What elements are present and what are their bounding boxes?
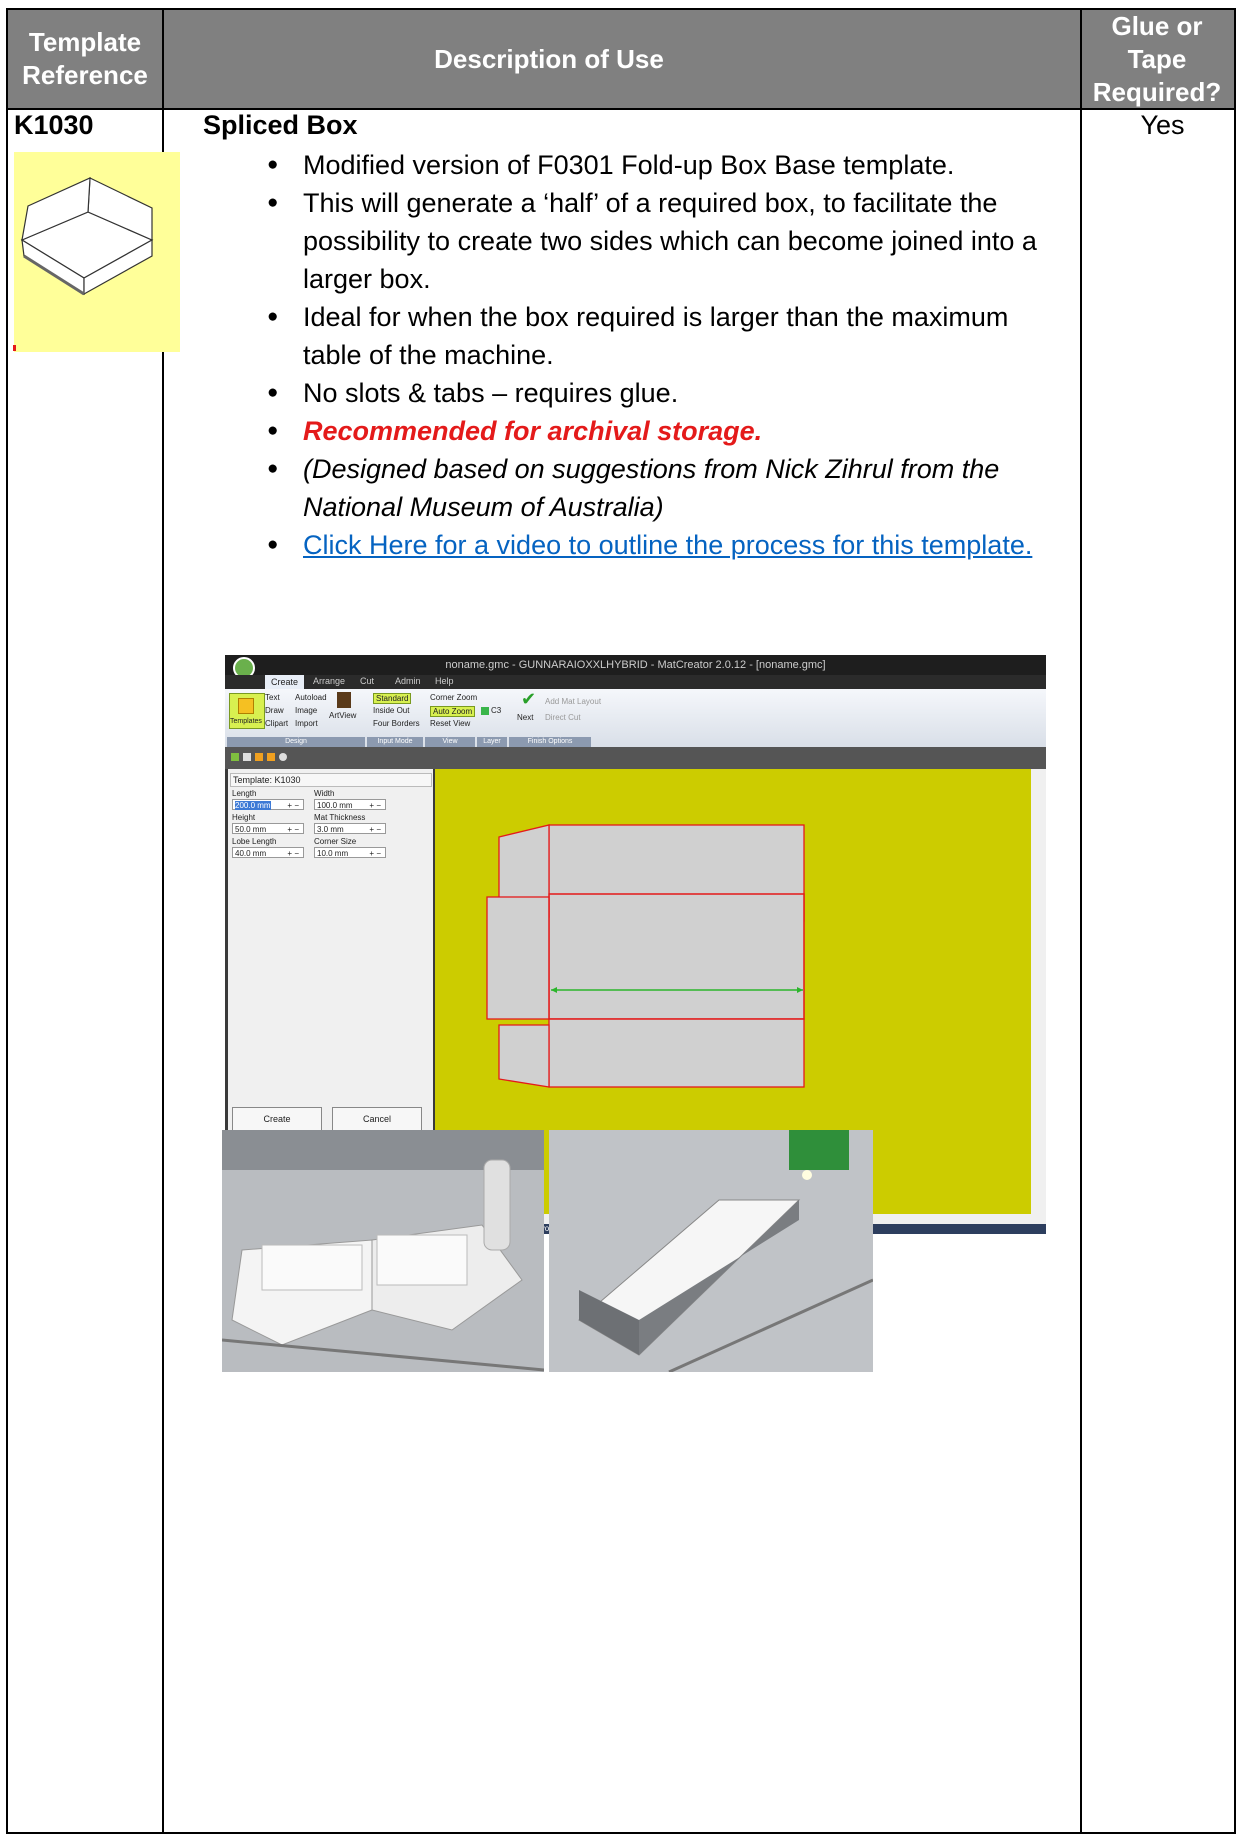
quick-toolbar — [225, 747, 1046, 769]
reset-view-button[interactable]: Reset View — [430, 719, 470, 728]
list-item: Ideal for when the box required is large… — [203, 298, 1073, 374]
checkmark-icon: ✔ — [521, 689, 537, 709]
group-label: Design — [227, 737, 365, 747]
app-title-bar: noname.gmc - GUNNARAIOXXLHYBRID - MatCre… — [225, 655, 1046, 675]
toolbar-icon[interactable] — [279, 753, 287, 761]
field-label: Corner Size — [314, 837, 357, 846]
toolbar-icon[interactable] — [231, 753, 239, 761]
auto-zoom-button[interactable]: Auto Zoom — [430, 706, 476, 717]
mat-thickness-field[interactable]: 3.0 mm + − — [314, 823, 386, 834]
tab-create[interactable]: Create — [265, 675, 305, 689]
cancel-button[interactable]: Cancel — [332, 1107, 422, 1131]
height-field[interactable]: 50.0 mm + − — [232, 823, 304, 834]
inside-out-button[interactable]: Inside Out — [373, 706, 409, 715]
import-button[interactable]: Import — [295, 719, 318, 728]
standard-button[interactable]: Standard — [373, 693, 412, 704]
description-list: Modified version of F0301 Fold-up Box Ba… — [203, 146, 1073, 564]
templates-button[interactable]: Templates — [229, 693, 265, 729]
layer-color-icon — [481, 707, 489, 715]
template-thumbnail — [14, 152, 180, 352]
corner-size-field[interactable]: 10.0 mm + − — [314, 847, 386, 858]
header-template-reference: Template Reference — [22, 27, 148, 90]
toolbar-icon[interactable] — [243, 753, 251, 761]
ribbon-tabs: Create Arrange Cut Admin Help — [225, 675, 1046, 689]
lobe-length-field[interactable]: 40.0 mm + − — [232, 847, 304, 858]
column-divider — [1080, 10, 1082, 1832]
group-label: Input Mode — [367, 737, 423, 747]
panel-title: Template: K1030 — [230, 773, 432, 787]
lobe-bottom — [498, 1024, 550, 1088]
four-borders-button[interactable]: Four Borders — [373, 719, 420, 728]
template-code: K1030 — [14, 110, 94, 140]
glue-required-value: Yes — [1140, 110, 1185, 140]
recommended-note: Recommended for archival storage. — [303, 416, 763, 446]
designed-note: (Designed based on suggestions from Nick… — [303, 454, 1000, 522]
field-label: Length — [232, 789, 257, 798]
field-label: Mat Thickness — [314, 813, 366, 822]
field-label: Lobe Length — [232, 837, 277, 846]
length-field[interactable]: 200.0 mm + − — [232, 799, 304, 810]
header-description: Description of Use — [434, 43, 664, 74]
row-title: Spliced Box — [203, 110, 358, 140]
direct-cut-button[interactable]: Direct Cut — [545, 713, 581, 722]
list-item: Recommended for archival storage. — [203, 412, 1073, 450]
width-field[interactable]: 100.0 mm + − — [314, 799, 386, 810]
artview-button[interactable]: ArtView — [329, 711, 356, 720]
corner-zoom-button[interactable]: Corner Zoom — [430, 693, 477, 702]
lobe-middle — [486, 896, 550, 1020]
draw-button[interactable]: Draw — [265, 706, 284, 715]
tab-admin[interactable]: Admin — [395, 676, 421, 686]
toolbar-icon[interactable] — [267, 753, 275, 761]
text-button[interactable]: Text — [265, 693, 280, 702]
field-label: Width — [314, 789, 335, 798]
tab-arrange[interactable]: Arrange — [313, 676, 345, 686]
ribbon: Templates Text Autoload Draw Image Clipa… — [225, 689, 1046, 748]
video-link[interactable]: Click Here for a video to outline the pr… — [303, 530, 1032, 560]
autoload-button[interactable]: Autoload — [295, 693, 327, 702]
toolbar-icon[interactable] — [255, 753, 263, 761]
next-button[interactable]: Next — [517, 713, 533, 722]
box-panel-bottom — [548, 1018, 805, 1088]
tab-cut[interactable]: Cut — [360, 676, 374, 686]
artview-icon — [337, 692, 351, 708]
header-glue: Glue or Tape Required? — [1092, 10, 1222, 107]
field-label: Height — [232, 813, 256, 822]
list-item: This will generate a ‘half’ of a require… — [203, 184, 1073, 298]
vertical-scrollbar[interactable] — [1031, 769, 1046, 1224]
layer-selector[interactable]: C3 — [491, 706, 501, 715]
list-item: No slots & tabs – requires glue. — [203, 374, 1073, 412]
tab-help[interactable]: Help — [435, 676, 454, 686]
red-marker — [13, 345, 16, 351]
group-label: View — [425, 737, 475, 747]
image-button[interactable]: Image — [295, 706, 317, 715]
add-mat-layout-button[interactable]: Add Mat Layout — [545, 697, 601, 706]
list-item: Click Here for a video to outline the pr… — [203, 526, 1073, 564]
list-item: (Designed based on suggestions from Nick… — [203, 450, 1073, 526]
templates-icon — [238, 698, 254, 714]
clipart-button[interactable]: Clipart — [265, 719, 288, 728]
group-label: Layer — [477, 737, 507, 747]
photo-unfolded-halves — [222, 1130, 544, 1372]
group-label: Finish Options — [509, 737, 591, 747]
create-button[interactable]: Create — [232, 1107, 322, 1131]
list-item: Modified version of F0301 Fold-up Box Ba… — [203, 146, 1073, 184]
photo-assembled-box — [549, 1130, 873, 1372]
box-panel-middle — [548, 893, 805, 1020]
